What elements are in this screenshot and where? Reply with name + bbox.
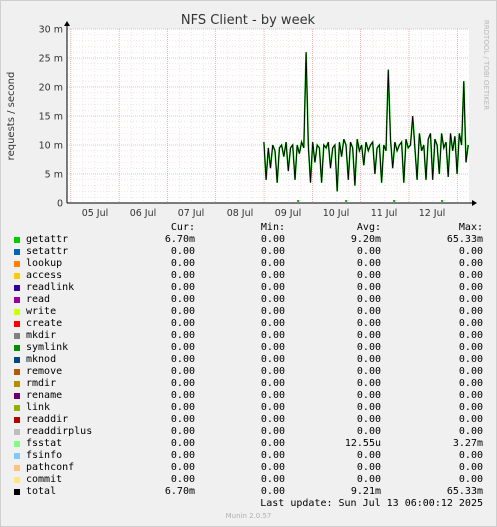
y-tick-labels: 0 5 m 10 m 15 m 20 m 25 m 30 m (39, 25, 63, 210)
chart-title: NFS Client - by week (181, 13, 316, 28)
x-tick-labels: 05 Jul 06 Jul 07 Jul 08 Jul 09 Jul 10 Jul 11 J… (82, 208, 446, 219)
y-tick-label: 20 m (39, 83, 63, 94)
axis-marker (297, 200, 299, 202)
y-axis-arrow (64, 21, 70, 26)
y-tick-label: 30 m (39, 25, 63, 36)
x-tick-label: 10 Jul (323, 208, 350, 219)
y-axis-label: requests / second (6, 72, 17, 161)
y-tick-label: 5 m (45, 170, 63, 181)
x-tick-label: 06 Jul (130, 208, 157, 219)
x-tick-label: 07 Jul (178, 208, 205, 219)
rrdtool-watermark: RRDTOOL / TOBI OETIKER (482, 20, 490, 110)
y-tick-label: 25 m (39, 54, 63, 65)
x-axis-arrow (472, 200, 477, 206)
x-tick-label: 09 Jul (275, 208, 302, 219)
y-tick-label: 15 m (39, 112, 63, 123)
x-tick-label: 05 Jul (82, 208, 109, 219)
x-tick-label: 12 Jul (419, 208, 446, 219)
axis-marker (441, 200, 443, 202)
chart: NFS Client - by week requests / second R… (6, 13, 490, 219)
axis-marker (345, 200, 347, 202)
x-tick-label: 11 Jul (371, 208, 398, 219)
x-tick-label: 08 Jul (227, 208, 254, 219)
y-tick-label: 0 (57, 199, 63, 210)
y-tick-label: 10 m (39, 141, 63, 152)
axis-marker (393, 200, 395, 202)
